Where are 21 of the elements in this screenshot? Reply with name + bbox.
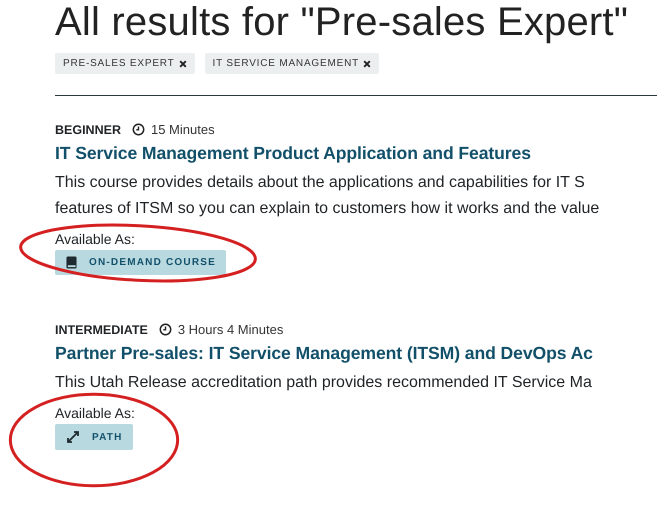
page-title: All results for "Pre-sales Expert" [55, 0, 628, 46]
available-as-label: Available As: [55, 231, 136, 247]
duration-text: 3 Hours 4 Minutes [178, 322, 284, 337]
format-badge: ON-DEMAND COURSE [55, 250, 226, 275]
course-title-link[interactable]: IT Service Management Product Application and Features [55, 143, 531, 164]
description-text: This Utah Release accreditation path provides recommended IT Service Ma [55, 373, 593, 393]
filter-chip[interactable]: IT SERVICE MANAGEMENT [204, 53, 379, 74]
course-title-link[interactable]: Partner Pre-sales: IT Service Management (ITSM) and DevOps Ac [55, 343, 593, 364]
clock-icon [158, 323, 172, 336]
description-text: This course provides details about the applications and capabilities for IT S features of ITSM so you can explain to customers how it works and the value [55, 173, 600, 219]
duration-text: 15 Minutes [150, 122, 215, 137]
book-icon [66, 256, 77, 269]
filter-chip[interactable]: PRE-SALES EXPERT [55, 53, 195, 74]
level-label: INTERMEDIATE [55, 322, 148, 336]
clock-icon [132, 123, 145, 136]
diagonal-arrows-icon [66, 430, 80, 444]
close-icon[interactable] [178, 60, 187, 68]
available-as-label: Available As: [55, 405, 136, 421]
format-badge: PATH [55, 424, 133, 450]
level-label: BEGINNER [55, 122, 121, 136]
close-icon[interactable] [363, 60, 371, 68]
